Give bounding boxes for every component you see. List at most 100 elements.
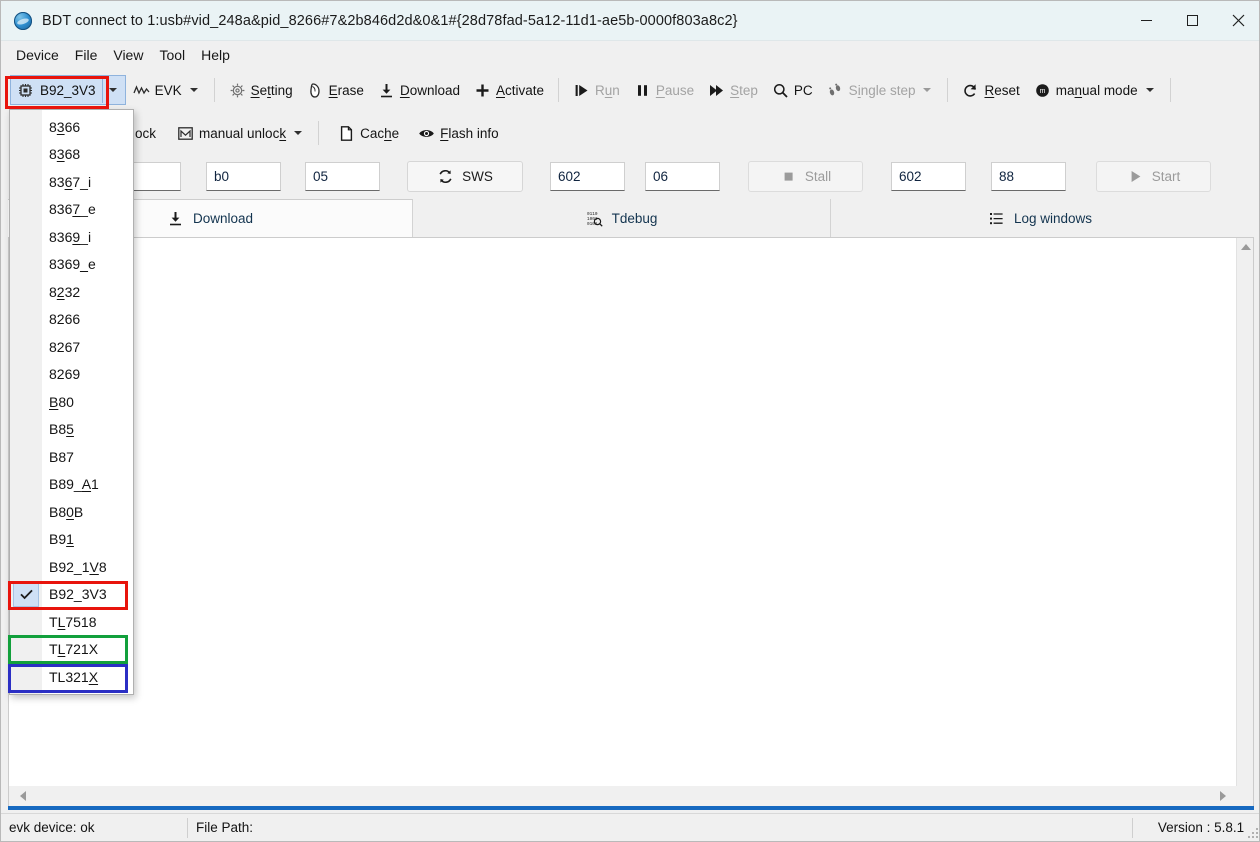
dropdown-item-label: B92_1V8 <box>49 558 107 575</box>
value-05-field[interactable]: 05 <box>305 161 380 191</box>
dropdown-item-label: 8367_i <box>49 173 92 190</box>
play-run-icon <box>575 84 588 96</box>
flash-info-button[interactable]: Flash info <box>406 118 506 148</box>
dropdown-item-label: B80 <box>49 393 74 410</box>
pc-button[interactable]: PC <box>765 75 820 105</box>
step-forward-icon <box>710 84 724 96</box>
chip-selector-button[interactable]: B92_3V3 <box>10 75 126 105</box>
refresh-icon <box>439 169 452 183</box>
tab-log-windows[interactable]: Log windows <box>831 199 1249 237</box>
download-arrow-icon <box>380 83 392 97</box>
value-602-b-field[interactable]: 602 <box>891 161 966 191</box>
pause-button[interactable]: Pause <box>627 75 701 105</box>
vertical-scrollbar[interactable] <box>1236 238 1253 799</box>
eraser-icon <box>309 82 320 98</box>
chevron-down-icon[interactable] <box>1145 88 1154 92</box>
start-label: Start <box>1151 168 1181 184</box>
chevron-down-icon[interactable] <box>108 88 117 92</box>
b0-field[interactable]: b0 <box>206 161 281 191</box>
binary-magnifier-icon: 0110 1001 0101 <box>587 212 603 227</box>
dropdown-item-tl321x[interactable]: TL321X <box>10 663 133 691</box>
value-88-field[interactable]: 88 <box>991 161 1066 191</box>
resize-grip-icon[interactable] <box>1246 826 1258 838</box>
dropdown-item-8368[interactable]: 8368 <box>10 141 133 169</box>
dropdown-item-b91[interactable]: B91 <box>10 526 133 554</box>
menu-item-file[interactable]: File <box>67 44 106 67</box>
download-button[interactable]: Download <box>371 75 467 105</box>
dropdown-item-b85[interactable]: B85 <box>10 416 133 444</box>
content-bottom-accent <box>8 806 1254 810</box>
dropdown-item-8367-i[interactable]: 8367_i <box>10 168 133 196</box>
chevron-down-icon[interactable] <box>294 131 303 135</box>
run-button[interactable]: Run <box>566 75 627 105</box>
dropdown-item-8367-e[interactable]: 8367_e <box>10 196 133 224</box>
horizontal-scrollbar[interactable] <box>8 786 1254 808</box>
scroll-right-arrow-icon[interactable] <box>1213 786 1233 805</box>
dropdown-item-8266[interactable]: 8266 <box>10 306 133 334</box>
minimize-button[interactable] <box>1123 1 1169 41</box>
maximize-button[interactable] <box>1169 1 1215 41</box>
sws-button[interactable]: SWS <box>407 160 523 192</box>
dropdown-item-8366[interactable]: 8366 <box>10 113 133 141</box>
menu-item-device[interactable]: Device <box>8 44 67 67</box>
menu-item-help[interactable]: Help <box>193 44 238 67</box>
dropdown-item-8232[interactable]: 8232 <box>10 278 133 306</box>
dropdown-item-label: 8267 <box>49 338 81 355</box>
scroll-up-arrow-icon[interactable] <box>1237 238 1254 255</box>
dropdown-item-tl7518[interactable]: TL7518 <box>10 608 133 636</box>
stall-button[interactable]: Stall <box>748 160 863 192</box>
dropdown-item-b89-a1[interactable]: B89_A1 <box>10 471 133 499</box>
scroll-left-arrow-icon[interactable] <box>13 786 33 805</box>
dropdown-item-8369-i[interactable]: 8369_i <box>10 223 133 251</box>
close-button[interactable] <box>1215 1 1259 41</box>
activate-button[interactable]: Activate <box>467 75 551 105</box>
dropdown-item-b87[interactable]: B87 <box>10 443 133 471</box>
dropdown-item-label: 8368 <box>49 146 81 163</box>
dropdown-item-label: 8367_e <box>49 201 96 218</box>
dropdown-item-label: B92_3V3 <box>49 586 107 603</box>
minimize-icon <box>1140 20 1152 21</box>
dropdown-item-8269[interactable]: 8269 <box>10 361 133 389</box>
activate-label: Activate <box>495 82 545 98</box>
reset-button[interactable]: Reset <box>955 75 1026 105</box>
chevron-down-icon[interactable] <box>923 88 932 92</box>
single-step-button[interactable]: Single step <box>820 75 941 105</box>
dropdown-item-8369-e[interactable]: 8369_e <box>10 251 133 279</box>
dropdown-item-tl721x[interactable]: TL721X <box>10 636 133 664</box>
manual-mode-label: manual mode <box>1055 82 1138 98</box>
status-file-path: File Path: <box>196 820 254 835</box>
start-button[interactable]: Start <box>1096 160 1211 192</box>
cache-label: Cache <box>360 125 400 141</box>
chip-selector-dropdown[interactable]: 8366 8368 8367_i 8367_e 8369_i 8369_e 8232 8266… <box>9 109 134 695</box>
dropdown-item-b92-3v3[interactable]: B92_3V3 <box>10 581 133 609</box>
dropdown-item-8267[interactable]: 8267 <box>10 333 133 361</box>
dropdown-item-b80[interactable]: B80 <box>10 388 133 416</box>
toolbar-divider <box>1169 78 1171 102</box>
dropdown-item-label: 8266 <box>49 311 81 328</box>
chevron-down-icon[interactable] <box>189 88 198 92</box>
menu-bar: Device File View Tool Help <box>1 42 1259 69</box>
value-602-a-field[interactable]: 602 <box>550 161 625 191</box>
menu-item-view[interactable]: View <box>105 44 151 67</box>
evk-button[interactable]: EVK <box>126 75 207 105</box>
manual-unlock-button[interactable]: manual unlock <box>163 118 311 148</box>
tab-tdebug[interactable]: 0110 1001 0101 Tdebug <box>413 199 831 237</box>
dropdown-item-b80b[interactable]: B80B <box>10 498 133 526</box>
lock-label: ock <box>135 125 157 141</box>
setting-label: Setting <box>250 82 293 98</box>
step-button[interactable]: Step <box>701 75 765 105</box>
toolbar-divider <box>558 78 560 102</box>
dropdown-item-label: B91 <box>49 531 74 548</box>
setting-button[interactable]: Setting <box>222 75 300 105</box>
footsteps-icon <box>828 83 840 95</box>
dropdown-item-label: 8366 <box>49 118 81 135</box>
dropdown-item-label: 8232 <box>49 283 81 300</box>
menu-item-tool[interactable]: Tool <box>151 44 193 67</box>
run-label: Run <box>595 82 620 98</box>
manual-mode-button[interactable]: m manual mode <box>1027 75 1163 105</box>
cache-button[interactable]: Cache <box>326 118 406 148</box>
dropdown-item-b92-1v8[interactable]: B92_1V8 <box>10 553 133 581</box>
erase-button[interactable]: Erase <box>300 75 371 105</box>
value-06-field[interactable]: 06 <box>645 161 720 191</box>
gear-icon <box>230 83 244 97</box>
